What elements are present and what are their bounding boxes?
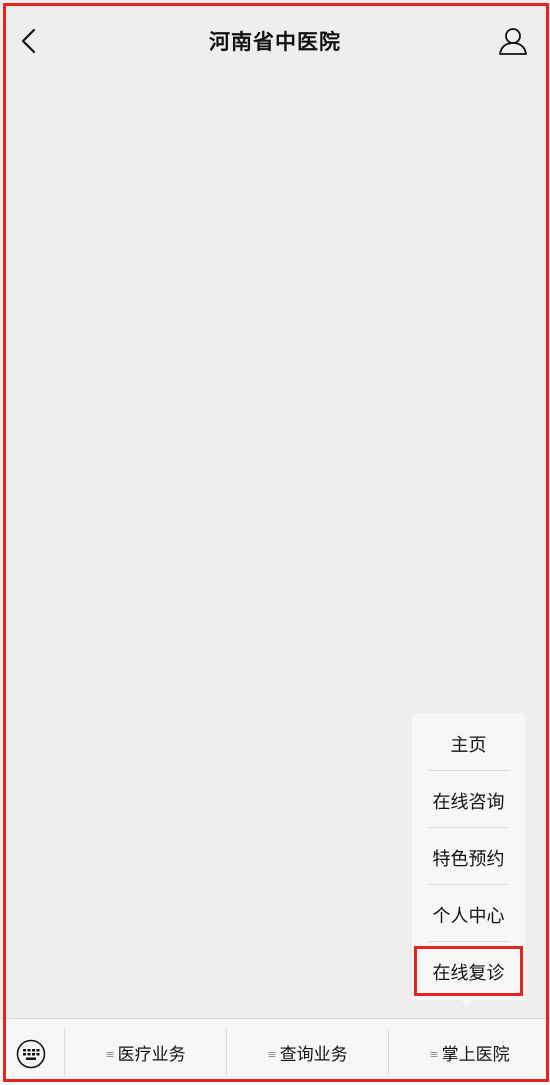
popup-pointer: [459, 998, 475, 1006]
menu-icon: ≡: [105, 1048, 115, 1061]
menu-divider: [428, 827, 510, 828]
profile-button[interactable]: [496, 24, 530, 58]
menu-divider: [428, 941, 510, 942]
user-icon: [499, 28, 527, 55]
menu-item-special-booking[interactable]: 特色预约: [412, 831, 525, 888]
menu-item-online-consult[interactable]: 在线咨询: [412, 774, 525, 831]
tab-label: 掌上医院: [441, 1045, 510, 1065]
tab-mobile-hospital[interactable]: ≡ 掌上医院: [389, 1037, 550, 1073]
tab-medical-services[interactable]: ≡ 医疗业务: [65, 1037, 226, 1073]
top-nav-bar: 河南省中医院: [0, 0, 550, 82]
wechat-official-account-page: 河南省中医院 主页 在线咨询 特色预约 个人中心 在线复诊 ≡ 医疗业务 ≡ 查…: [0, 0, 550, 1085]
page-title: 河南省中医院: [209, 30, 341, 54]
keyboard-toggle-button[interactable]: [16, 1039, 46, 1069]
menu-icon: ≡: [429, 1048, 439, 1061]
menu-item-online-revisit[interactable]: 在线复诊: [412, 945, 525, 1002]
tab-query-services[interactable]: ≡ 查询业务: [227, 1037, 388, 1073]
menu-divider: [428, 770, 510, 771]
bottom-menu-bar: ≡ 医疗业务 ≡ 查询业务 ≡ 掌上医院: [0, 1018, 550, 1085]
menu-item-home[interactable]: 主页: [412, 717, 525, 774]
menu-item-personal-center[interactable]: 个人中心: [412, 888, 525, 945]
keyboard-icon: [16, 1039, 46, 1069]
tab-label: 查询业务: [279, 1045, 348, 1065]
menu-icon: ≡: [267, 1048, 277, 1061]
tab-label: 医疗业务: [117, 1045, 186, 1065]
submenu-popup: 主页 在线咨询 特色预约 个人中心 在线复诊: [412, 713, 525, 1000]
menu-divider: [428, 884, 510, 885]
